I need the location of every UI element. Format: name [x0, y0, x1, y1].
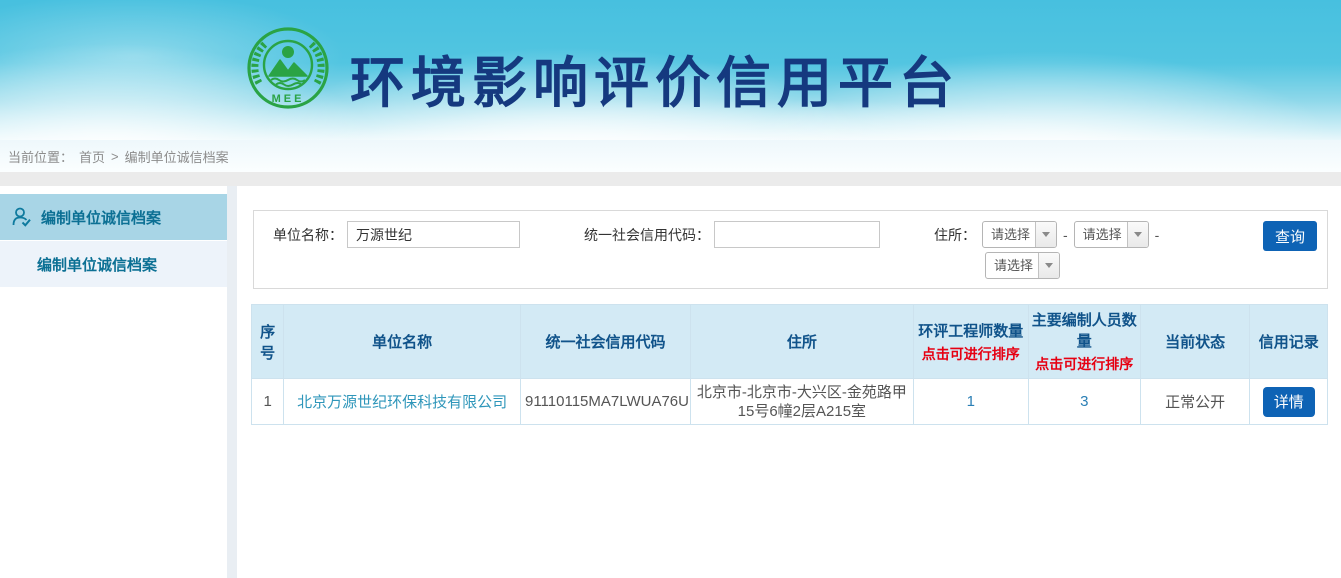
engineer-sort-link[interactable]: 点击可进行排序 [916, 344, 1026, 364]
col-code: 统一社会信用代码 [520, 305, 690, 379]
breadcrumb-current: 编制单位诚信档案 [125, 147, 229, 166]
col-staff-count: 主要编制人员数量 点击可进行排序 [1028, 305, 1140, 379]
cell-code: 91110115MA7LWUA76U [520, 379, 690, 425]
col-credit-record: 信用记录 [1250, 305, 1328, 379]
address-dash-1: - [1063, 227, 1068, 243]
col-status: 当前状态 [1140, 305, 1250, 379]
address-dash-2: - [1155, 227, 1160, 243]
city-select[interactable]: 请选择 [1074, 221, 1149, 248]
site-banner: MEE 环境影响评价信用平台 [0, 0, 1341, 140]
cell-status: 正常公开 [1140, 379, 1250, 425]
sidebar-subitem-credit-archive[interactable]: 编制单位诚信档案 [0, 241, 227, 287]
main-panel: 单位名称： 统一社会信用代码： 住所： 请选择 - 请选择 - [237, 186, 1341, 578]
province-select-value: 请选择 [983, 222, 1035, 247]
query-button[interactable]: 查询 [1263, 221, 1317, 251]
breadcrumb: 当前位置： 首页 > 编制单位诚信档案 [0, 140, 1341, 172]
sidebar-item-credit-archive[interactable]: 编制单位诚信档案 [0, 194, 227, 240]
address-label: 住所： [934, 225, 976, 245]
sidebar-subitem-label: 编制单位诚信档案 [37, 254, 157, 275]
logo-text: MEE [272, 93, 305, 105]
staff-sort-link[interactable]: 点击可进行排序 [1031, 354, 1138, 374]
province-select[interactable]: 请选择 [982, 221, 1057, 248]
chevron-down-icon[interactable] [1038, 253, 1059, 278]
col-address: 住所 [690, 305, 913, 379]
chevron-down-icon[interactable] [1127, 222, 1148, 247]
credit-code-input[interactable] [714, 221, 880, 248]
company-name-input[interactable] [347, 221, 520, 248]
company-name-label: 单位名称： [273, 225, 343, 245]
col-company: 单位名称 [284, 305, 521, 379]
company-link[interactable]: 北京万源世纪环保科技有限公司 [297, 394, 507, 411]
table-header-row: 序号 单位名称 统一社会信用代码 住所 环评工程师数量 点击可进行排序 主要编制… [252, 305, 1328, 379]
page-title: 环境影响评价信用平台 [350, 38, 960, 118]
results-table: 序号 单位名称 统一社会信用代码 住所 环评工程师数量 点击可进行排序 主要编制… [251, 304, 1328, 425]
divider-strip [0, 172, 1341, 186]
sidebar: 编制单位诚信档案 编制单位诚信档案 [0, 186, 227, 578]
col-engineer-count-label: 环评工程师数量 [916, 320, 1026, 341]
mee-emblem-icon: MEE [246, 26, 330, 115]
sidebar-gap-strip [227, 186, 237, 578]
person-check-icon [10, 205, 34, 229]
table-row: 1 北京万源世纪环保科技有限公司 91110115MA7LWUA76U 北京市-… [252, 379, 1328, 425]
search-panel: 单位名称： 统一社会信用代码： 住所： 请选择 - 请选择 - [253, 210, 1328, 289]
district-select[interactable]: 请选择 [985, 252, 1060, 279]
chevron-down-icon[interactable] [1035, 222, 1056, 247]
cell-seq: 1 [252, 379, 284, 425]
breadcrumb-label: 当前位置： [8, 147, 73, 166]
staff-count-link[interactable]: 3 [1080, 393, 1088, 410]
sidebar-item-label: 编制单位诚信档案 [41, 207, 161, 228]
breadcrumb-separator: > [111, 149, 119, 164]
engineer-count-link[interactable]: 1 [967, 393, 975, 410]
district-select-value: 请选择 [986, 253, 1038, 278]
detail-button[interactable]: 详情 [1263, 387, 1315, 417]
content-area: 编制单位诚信档案 编制单位诚信档案 单位名称： 统一社会信用代码： 住所： 请选… [0, 186, 1341, 578]
city-select-value: 请选择 [1075, 222, 1127, 247]
col-seq: 序号 [252, 305, 284, 379]
col-engineer-count: 环评工程师数量 点击可进行排序 [913, 305, 1028, 379]
cell-address: 北京市-北京市-大兴区-金苑路甲15号6幢2层A215室 [690, 379, 913, 425]
col-staff-count-label: 主要编制人员数量 [1031, 309, 1138, 351]
credit-code-label: 统一社会信用代码： [584, 225, 710, 245]
breadcrumb-home-link[interactable]: 首页 [79, 147, 105, 166]
